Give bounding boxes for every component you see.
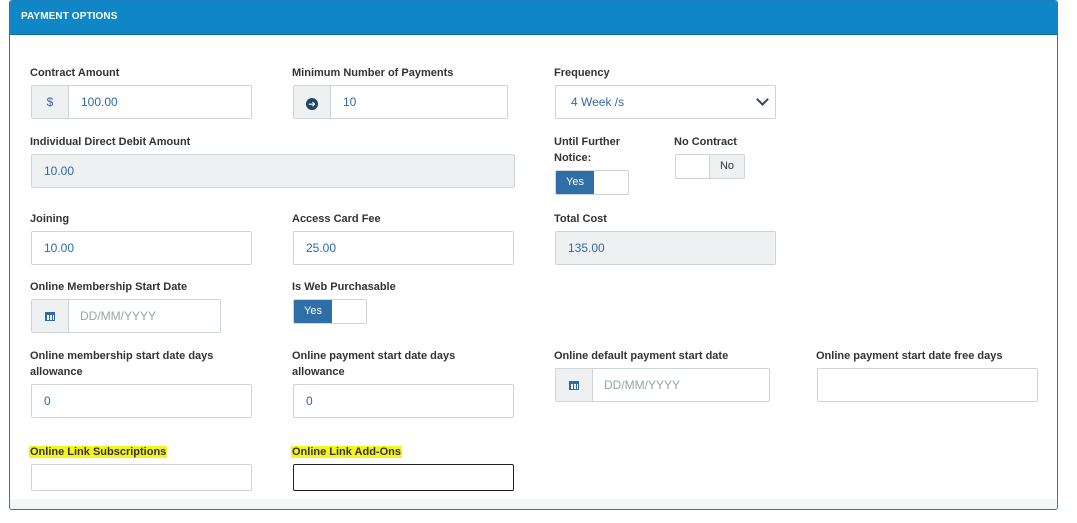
link-addons-label: Online Link Add-Ons	[291, 446, 402, 458]
total-cost-label: Total Cost	[554, 213, 607, 225]
contract-amount-value: 100.00	[81, 95, 118, 109]
min-payments-value: 10	[343, 95, 357, 109]
frequency-selected: 4 Week /s	[571, 95, 625, 109]
joining-label: Joining	[30, 213, 70, 225]
arrow-circle-right-icon: ➜	[306, 98, 318, 110]
access-card-fee-value: 25.00	[306, 241, 337, 255]
access-card-fee-label: Access Card Fee	[292, 213, 381, 225]
link-subscriptions-label: Online Link Subscriptions	[29, 446, 168, 458]
calendar-icon	[569, 381, 579, 390]
min-payments-prefix: ➜	[294, 86, 331, 118]
panel-footer	[10, 499, 1057, 509]
no-contract-toggle[interactable]: No	[675, 154, 745, 179]
calendar-addon	[556, 369, 593, 401]
calendar-addon	[32, 300, 69, 332]
direct-debit-input[interactable]: 10.00	[31, 154, 515, 188]
payment-options-panel: PAYMENT OPTIONS Contract Amount $ 100.00…	[9, 0, 1058, 510]
payment-free-days-label: Online payment start date free days	[816, 350, 1003, 362]
direct-debit-label: Individual Direct Debit Amount	[30, 136, 191, 148]
membership-days-allowance-label: Online membership start date days allowa…	[30, 350, 214, 378]
online-start-date-label: Online Membership Start Date	[30, 281, 188, 293]
toggle-on-label: Yes	[294, 300, 332, 323]
web-purchasable-toggle[interactable]: Yes	[293, 299, 367, 324]
payment-days-allowance-label: Online payment start date days allowance	[292, 350, 456, 378]
default-payment-start-label: Online default payment start date	[554, 350, 729, 362]
calendar-icon	[45, 312, 55, 321]
link-subscriptions-input[interactable]	[31, 464, 252, 491]
total-cost-value: 135.00	[568, 241, 605, 255]
access-card-fee-input[interactable]: 25.00	[293, 231, 514, 265]
no-contract-label: No Contract	[674, 136, 737, 148]
panel-title: PAYMENT OPTIONS	[21, 11, 118, 22]
default-payment-start-placeholder: DD/MM/YYYY	[604, 378, 681, 392]
contract-amount-input[interactable]: $ 100.00	[31, 85, 252, 119]
online-start-date-placeholder: DD/MM/YYYY	[80, 309, 157, 323]
joining-value: 10.00	[44, 241, 75, 255]
chevron-down-icon	[756, 93, 769, 106]
joining-input[interactable]: 10.00	[31, 231, 252, 265]
web-purchasable-label: Is Web Purchasable	[292, 281, 396, 293]
membership-days-allowance-value: 0	[44, 394, 51, 408]
toggle-on-label: Yes	[556, 171, 594, 194]
link-addons-input[interactable]	[293, 464, 514, 491]
frequency-label: Frequency	[554, 67, 610, 79]
frequency-select[interactable]: 4 Week /s	[555, 85, 776, 119]
panel-header: PAYMENT OPTIONS	[10, 1, 1057, 35]
toggle-off-label: No	[709, 155, 744, 178]
total-cost-input[interactable]: 135.00	[555, 231, 776, 265]
payment-free-days-input[interactable]	[817, 368, 1038, 402]
min-payments-input[interactable]: ➜ 10	[293, 85, 508, 119]
direct-debit-value: 10.00	[44, 164, 75, 178]
until-further-notice-toggle[interactable]: Yes	[555, 170, 629, 195]
default-payment-start-input[interactable]: DD/MM/YYYY	[555, 368, 770, 402]
payment-days-allowance-value: 0	[306, 394, 313, 408]
min-payments-label: Minimum Number of Payments	[292, 67, 454, 79]
membership-days-allowance-input[interactable]: 0	[31, 384, 252, 418]
payment-days-allowance-input[interactable]: 0	[293, 384, 514, 418]
dollar-prefix: $	[32, 86, 69, 118]
until-further-notice-label: Until Further Notice:	[554, 136, 620, 164]
contract-amount-label: Contract Amount	[30, 67, 120, 79]
online-start-date-input[interactable]: DD/MM/YYYY	[31, 299, 221, 333]
